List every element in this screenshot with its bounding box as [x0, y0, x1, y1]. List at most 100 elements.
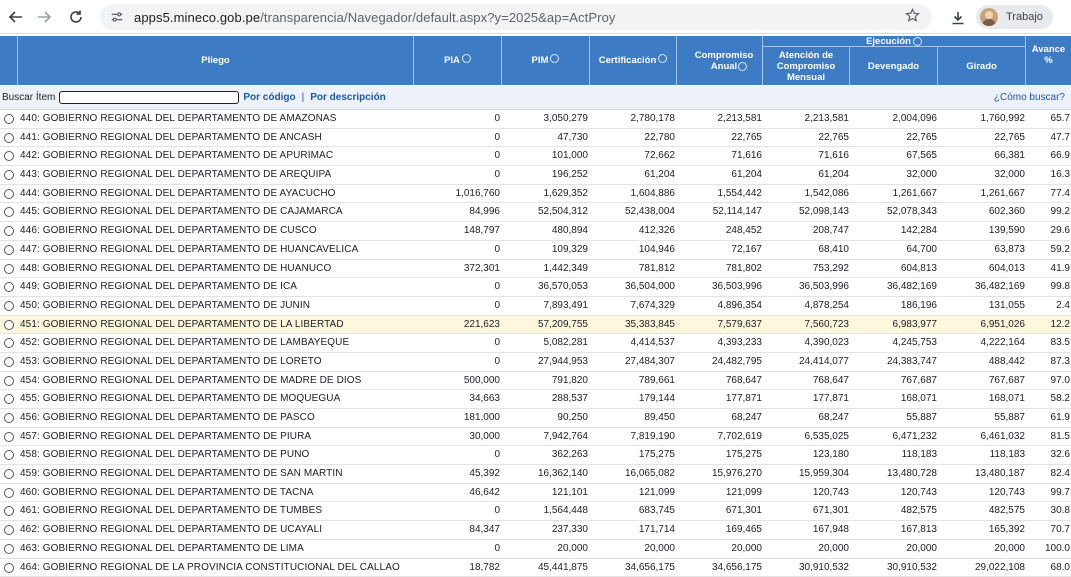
header-certificacion[interactable]: Certificación [590, 36, 677, 85]
table-row[interactable]: 462: GOBIERNO REGIONAL DEL DEPARTAMENTO … [0, 521, 1071, 540]
cell-av: 87.3 [1051, 356, 1070, 367]
row-name: 455: GOBIERNO REGIONAL DEL DEPARTAMENTO … [20, 393, 340, 404]
row-radio-button[interactable] [4, 357, 14, 367]
table-row[interactable]: 456: GOBIERNO REGIONAL DEL DEPARTAMENTO … [0, 409, 1071, 428]
site-settings-icon[interactable] [108, 8, 126, 26]
cell-aten: 68,247 [818, 412, 849, 423]
cell-gir: 55,887 [994, 412, 1025, 423]
header-pia[interactable]: PIA [414, 36, 502, 85]
row-radio-button[interactable] [4, 432, 14, 442]
row-name: 442: GOBIERNO REGIONAL DEL DEPARTAMENTO … [20, 150, 333, 161]
bookmark-star-icon[interactable] [905, 8, 920, 28]
header-avance[interactable]: Avance % [1026, 36, 1071, 85]
row-radio-button[interactable] [4, 338, 14, 348]
cell-comp: 36,503,996 [712, 281, 762, 292]
cell-pia: 0 [494, 169, 500, 180]
table-row[interactable]: 451: GOBIERNO REGIONAL DEL DEPARTAMENTO … [0, 316, 1071, 335]
table-row[interactable]: 464: GOBIERNO REGIONAL DE LA PROVINCIA C… [0, 559, 1071, 577]
header-atencion[interactable]: Atención de Compromiso Mensual [763, 47, 850, 85]
cell-aten: 177,871 [813, 393, 849, 404]
row-name: 446: GOBIERNO REGIONAL DEL DEPARTAMENTO … [20, 225, 317, 236]
header-pliego[interactable]: Pliego [18, 36, 414, 85]
download-button[interactable] [944, 4, 972, 32]
table-row[interactable]: 446: GOBIERNO REGIONAL DEL DEPARTAMENTO … [0, 222, 1071, 241]
table-row[interactable]: 449: GOBIERNO REGIONAL DEL DEPARTAMENTO … [0, 278, 1071, 297]
row-radio-button[interactable] [4, 469, 14, 479]
header-girado[interactable]: Girado [938, 47, 1026, 85]
cell-cert: 34,656,175 [625, 562, 675, 573]
cell-aten: 768,647 [813, 375, 849, 386]
browser-toolbar: apps5.mineco.gob.pe/transparencia/Navega… [0, 0, 1071, 34]
table-row[interactable]: 461: GOBIERNO REGIONAL DEL DEPARTAMENTO … [0, 502, 1071, 521]
row-radio-button[interactable] [4, 114, 14, 124]
table-row[interactable]: 453: GOBIERNO REGIONAL DEL DEPARTAMENTO … [0, 353, 1071, 372]
row-radio-button[interactable] [4, 320, 14, 330]
table-row[interactable]: 459: GOBIERNO REGIONAL DEL DEPARTAMENTO … [0, 465, 1071, 484]
table-row[interactable]: 444: GOBIERNO REGIONAL DEL DEPARTAMENTO … [0, 185, 1071, 204]
cell-av: 99.8 [1051, 281, 1070, 292]
cell-cert: 52,438,004 [625, 206, 675, 217]
table-row[interactable]: 457: GOBIERNO REGIONAL DEL DEPARTAMENTO … [0, 428, 1071, 447]
search-by-code-link[interactable]: Por código [243, 92, 295, 103]
table-row[interactable]: 460: GOBIERNO REGIONAL DEL DEPARTAMENTO … [0, 484, 1071, 503]
table-row[interactable]: 442: GOBIERNO REGIONAL DEL DEPARTAMENTO … [0, 147, 1071, 166]
cell-comp: 175,275 [726, 449, 762, 460]
search-by-description-link[interactable]: Por descripción [310, 92, 386, 103]
table-row[interactable]: 448: GOBIERNO REGIONAL DEL DEPARTAMENTO … [0, 260, 1071, 279]
table-row[interactable]: 450: GOBIERNO REGIONAL DEL DEPARTAMENTO … [0, 297, 1071, 316]
row-radio-button[interactable] [4, 301, 14, 311]
cell-cert: 789,661 [639, 375, 675, 386]
table-row[interactable]: 447: GOBIERNO REGIONAL DEL DEPARTAMENTO … [0, 241, 1071, 260]
row-radio-button[interactable] [4, 563, 14, 573]
row-radio-button[interactable] [4, 226, 14, 236]
cell-pim: 121,101 [552, 487, 588, 498]
search-input[interactable] [59, 91, 239, 104]
row-radio-button[interactable] [4, 245, 14, 255]
cell-dev: 120,743 [901, 487, 937, 498]
row-radio-button[interactable] [4, 189, 14, 199]
cell-pim: 1,629,352 [544, 188, 589, 199]
table-row[interactable]: 441: GOBIERNO REGIONAL DEL DEPARTAMENTO … [0, 129, 1071, 148]
header-pim[interactable]: PIM [502, 36, 590, 85]
table-row[interactable]: 454: GOBIERNO REGIONAL DEL DEPARTAMENTO … [0, 372, 1071, 391]
address-bar[interactable]: apps5.mineco.gob.pe/transparencia/Navega… [100, 4, 932, 30]
row-radio-button[interactable] [4, 170, 14, 180]
row-name: 447: GOBIERNO REGIONAL DEL DEPARTAMENTO … [20, 244, 358, 255]
cell-av: 97.0 [1051, 375, 1070, 386]
profile-button[interactable]: Trabajo [976, 5, 1053, 29]
row-radio-button[interactable] [4, 450, 14, 460]
table-row[interactable]: 445: GOBIERNO REGIONAL DEL DEPARTAMENTO … [0, 203, 1071, 222]
cell-cert: 27,484,307 [625, 356, 675, 367]
table-row[interactable]: 463: GOBIERNO REGIONAL DEL DEPARTAMENTO … [0, 540, 1071, 559]
arrow-right-icon [36, 9, 52, 25]
row-radio-button[interactable] [4, 133, 14, 143]
row-radio-button[interactable] [4, 151, 14, 161]
row-radio-button[interactable] [4, 264, 14, 274]
table-row[interactable]: 455: GOBIERNO REGIONAL DEL DEPARTAMENTO … [0, 390, 1071, 409]
row-radio-button[interactable] [4, 544, 14, 554]
row-radio-button[interactable] [4, 207, 14, 217]
table-row[interactable]: 452: GOBIERNO REGIONAL DEL DEPARTAMENTO … [0, 334, 1071, 353]
cell-comp: 34,656,175 [712, 562, 762, 573]
cell-dev: 52,078,343 [887, 206, 937, 217]
search-help-link[interactable]: ¿Cómo buscar? [994, 92, 1065, 103]
table-row[interactable]: 440: GOBIERNO REGIONAL DEL DEPARTAMENTO … [0, 110, 1071, 129]
row-radio-button[interactable] [4, 488, 14, 498]
row-radio-button[interactable] [4, 525, 14, 535]
row-radio-button[interactable] [4, 506, 14, 516]
forward-button[interactable] [30, 3, 58, 31]
row-radio-button[interactable] [4, 282, 14, 292]
row-radio-button[interactable] [4, 413, 14, 423]
table-row[interactable]: 443: GOBIERNO REGIONAL DEL DEPARTAMENTO … [0, 166, 1071, 185]
row-radio-button[interactable] [4, 394, 14, 404]
reload-button[interactable] [62, 3, 90, 31]
header-devengado[interactable]: Devengado [850, 47, 938, 85]
row-radio-button[interactable] [4, 376, 14, 386]
table-row[interactable]: 458: GOBIERNO REGIONAL DEL DEPARTAMENTO … [0, 446, 1071, 465]
sort-icon [462, 54, 471, 63]
cell-av: 29.6 [1051, 225, 1070, 236]
header-compromiso-anual[interactable]: Compromiso Anual [677, 36, 763, 85]
back-button[interactable] [2, 3, 30, 31]
cell-aten: 61,204 [818, 169, 849, 180]
cell-gir: 767,687 [989, 375, 1025, 386]
